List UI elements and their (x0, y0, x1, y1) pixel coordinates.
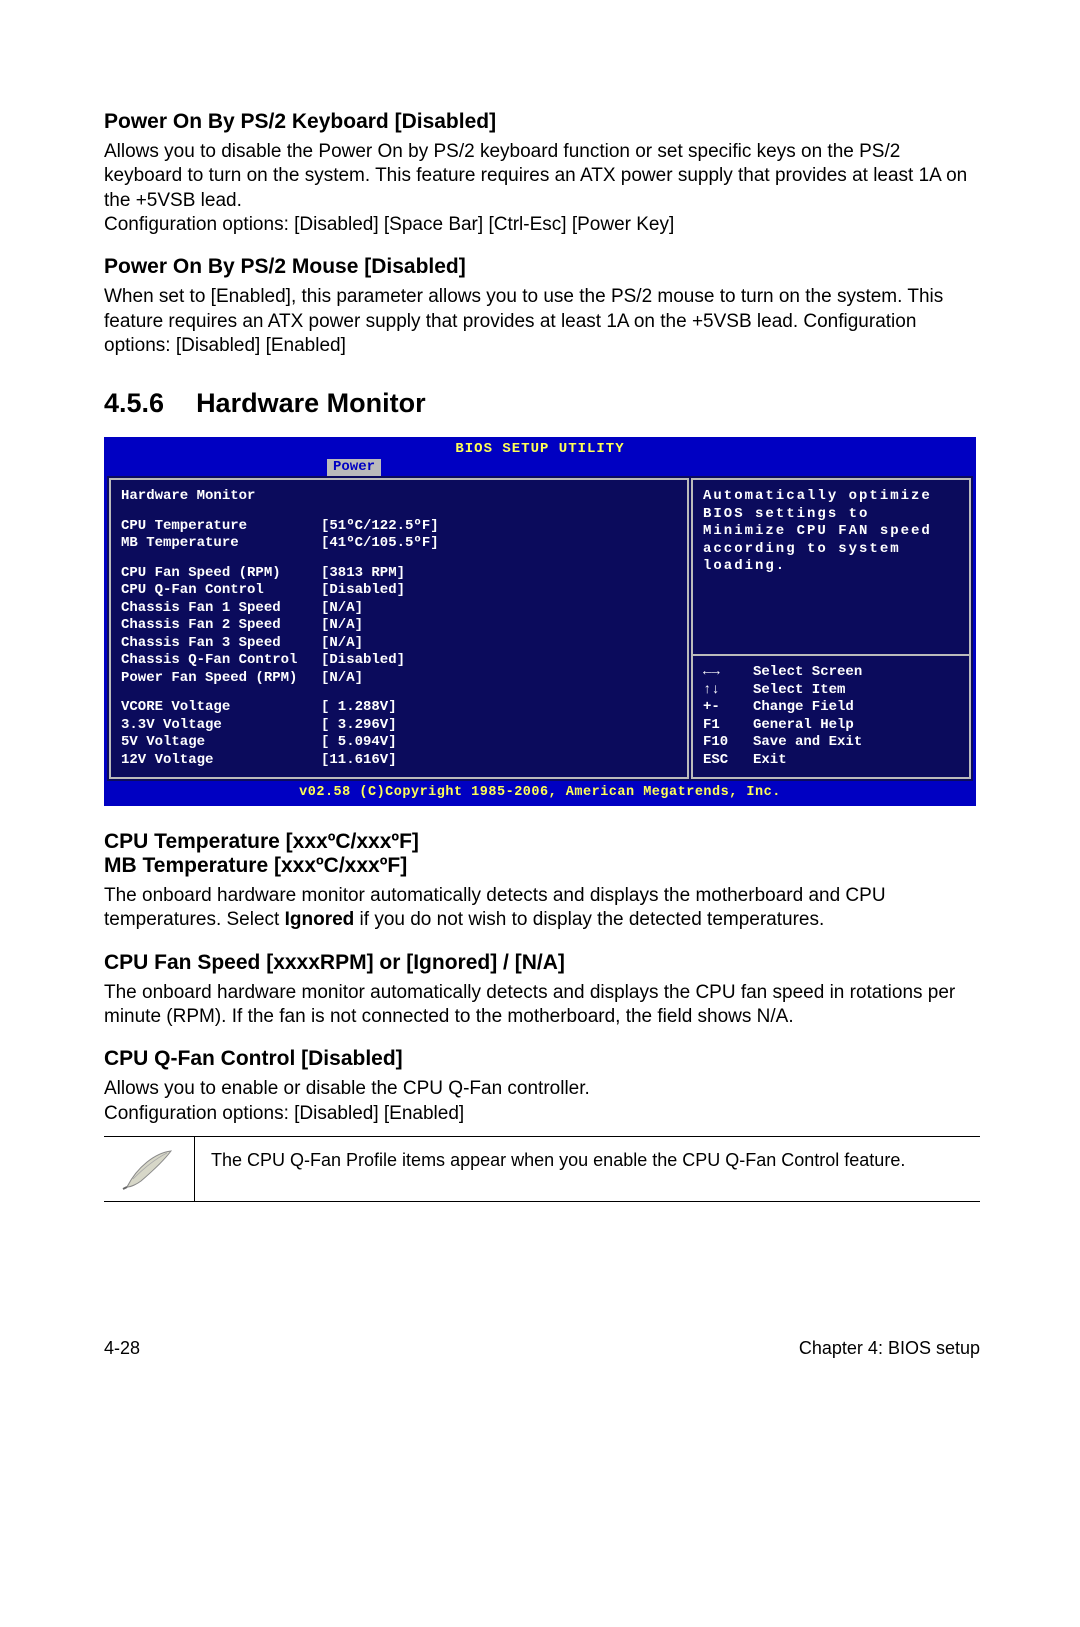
bios-item-label: VCORE Voltage (121, 699, 321, 717)
bios-item-value: [N/A] (321, 635, 677, 653)
bios-item-value: [51ºC/122.5ºF] (321, 518, 677, 536)
bios-item-row: 5V Voltage[ 5.094V] (121, 734, 677, 752)
bios-nav-label: Select Item (753, 682, 845, 700)
bios-nav-label: Select Screen (753, 664, 862, 682)
bios-item-value: [3813 RPM] (321, 565, 677, 583)
bios-item-value: [N/A] (321, 600, 677, 618)
bios-item-label: Chassis Q-Fan Control (121, 652, 321, 670)
bios-items-list: CPU Temperature[51ºC/122.5ºF]MB Temperat… (121, 518, 677, 770)
page-footer: 4-28 Chapter 4: BIOS setup (104, 1338, 980, 1359)
body-cpu-qfan-2: Configuration options: [Disabled] [Enabl… (104, 1102, 980, 1126)
bios-panel-heading: Hardware Monitor (121, 488, 677, 506)
bios-item-value: [ 3.296V] (321, 717, 677, 735)
heading-cpu-mb-temp: CPU Temperature [xxxºC/xxxºF] MB Tempera… (104, 830, 980, 878)
bios-nav-label: General Help (753, 717, 854, 735)
bios-item-row: 12V Voltage[11.616V] (121, 752, 677, 770)
bios-item-label: Chassis Fan 3 Speed (121, 635, 321, 653)
bios-item-value: [N/A] (321, 670, 677, 688)
bios-item-row: 3.3V Voltage[ 3.296V] (121, 717, 677, 735)
bios-nav-key: F1 (703, 717, 753, 735)
manual-page: Power On By PS/2 Keyboard [Disabled] All… (0, 0, 1080, 1399)
bios-nav-row: ↑↓Select Item (703, 682, 959, 700)
heading-ps2-keyboard: Power On By PS/2 Keyboard [Disabled] (104, 110, 980, 134)
bios-nav-key: ←→ (703, 664, 753, 682)
bios-nav-row: F1General Help (703, 717, 959, 735)
bios-copyright: v02.58 (C)Copyright 1985-2006, American … (104, 784, 976, 806)
bios-tabbar: Power (104, 459, 976, 477)
bios-item-label: MB Temperature (121, 535, 321, 553)
body-cpu-qfan-1: Allows you to enable or disable the CPU … (104, 1077, 980, 1101)
bios-nav-row: ESCExit (703, 752, 959, 770)
bios-nav-row: ←→Select Screen (703, 664, 959, 682)
chapter-label: Chapter 4: BIOS setup (799, 1338, 980, 1359)
bios-item-row: CPU Temperature[51ºC/122.5ºF] (121, 518, 677, 536)
bios-item-row: Chassis Fan 3 Speed[N/A] (121, 635, 677, 653)
bios-help-text: Automatically optimize BIOS settings to … (691, 478, 971, 656)
body-ps2-keyboard-1: Allows you to disable the Power On by PS… (104, 140, 980, 213)
bios-item-row: Chassis Q-Fan Control[Disabled] (121, 652, 677, 670)
bios-item-label: CPU Q-Fan Control (121, 582, 321, 600)
bios-nav-key: ESC (703, 752, 753, 770)
bios-item-row: MB Temperature[41ºC/105.5ºF] (121, 535, 677, 553)
heading-ps2-mouse: Power On By PS/2 Mouse [Disabled] (104, 255, 980, 279)
section-number: 4.5.6 (104, 388, 164, 419)
note-icon-cell (104, 1137, 195, 1201)
bios-item-label: 12V Voltage (121, 752, 321, 770)
bios-item-value: [11.616V] (321, 752, 677, 770)
bios-item-value: [Disabled] (321, 582, 677, 600)
bios-item-row: CPU Q-Fan Control[Disabled] (121, 582, 677, 600)
bios-item-label: CPU Temperature (121, 518, 321, 536)
bios-nav-label: Change Field (753, 699, 854, 717)
bios-nav-label: Exit (753, 752, 787, 770)
body-cpu-fan-speed: The onboard hardware monitor automatical… (104, 981, 980, 1030)
quill-pen-icon (121, 1147, 177, 1191)
bios-titlebar: BIOS SETUP UTILITY (104, 437, 976, 459)
bios-nav-key: F10 (703, 734, 753, 752)
bios-nav-key: +- (703, 699, 753, 717)
bios-item-label: CPU Fan Speed (RPM) (121, 565, 321, 583)
bios-item-label: Chassis Fan 1 Speed (121, 600, 321, 618)
bios-item-label: 5V Voltage (121, 734, 321, 752)
bios-nav-label: Save and Exit (753, 734, 862, 752)
bios-item-row: VCORE Voltage[ 1.288V] (121, 699, 677, 717)
bios-item-label: 3.3V Voltage (121, 717, 321, 735)
heading-cpu-temp-line: CPU Temperature [xxxºC/xxxºF] (104, 830, 980, 854)
bios-nav-key: ↑↓ (703, 682, 753, 700)
bios-item-row: Chassis Fan 2 Speed[N/A] (121, 617, 677, 635)
body-ps2-mouse: When set to [Enabled], this parameter al… (104, 285, 980, 358)
note-box: The CPU Q-Fan Profile items appear when … (104, 1136, 980, 1202)
bios-item-value: [ 1.288V] (321, 699, 677, 717)
bios-item-value: [41ºC/105.5ºF] (321, 535, 677, 553)
bios-item-value: [Disabled] (321, 652, 677, 670)
heading-hardware-monitor: 4.5.6 Hardware Monitor (104, 388, 980, 419)
bios-main-panel: Hardware Monitor CPU Temperature[51ºC/12… (109, 478, 689, 779)
bios-item-row: CPU Fan Speed (RPM)[3813 RPM] (121, 565, 677, 583)
bios-item-value: [N/A] (321, 617, 677, 635)
bios-screenshot: BIOS SETUP UTILITY Power Hardware Monito… (104, 437, 976, 806)
bios-item-label: Power Fan Speed (RPM) (121, 670, 321, 688)
body-ps2-keyboard-2: Configuration options: [Disabled] [Space… (104, 213, 980, 237)
bios-item-value: [ 5.094V] (321, 734, 677, 752)
bios-item-row: Chassis Fan 1 Speed[N/A] (121, 600, 677, 618)
page-number: 4-28 (104, 1338, 140, 1359)
bios-nav-row: +-Change Field (703, 699, 959, 717)
bios-side-panel: Automatically optimize BIOS settings to … (691, 478, 971, 779)
bios-nav-keys: ←→Select Screen↑↓Select Item+-Change Fie… (691, 656, 971, 779)
bios-tab-power: Power (327, 459, 381, 477)
body-cpu-mb-temp: The onboard hardware monitor automatical… (104, 884, 980, 933)
bios-item-row: Power Fan Speed (RPM)[N/A] (121, 670, 677, 688)
bios-body: Hardware Monitor CPU Temperature[51ºC/12… (104, 476, 976, 784)
heading-mb-temp-line: MB Temperature [xxxºC/xxxºF] (104, 854, 980, 878)
section-title-text: Hardware Monitor (196, 388, 426, 418)
note-text: The CPU Q-Fan Profile items appear when … (195, 1137, 905, 1184)
heading-cpu-qfan: CPU Q-Fan Control [Disabled] (104, 1047, 980, 1071)
bios-item-label: Chassis Fan 2 Speed (121, 617, 321, 635)
bios-nav-row: F10Save and Exit (703, 734, 959, 752)
heading-cpu-fan-speed: CPU Fan Speed [xxxxRPM] or [Ignored] / [… (104, 951, 980, 975)
